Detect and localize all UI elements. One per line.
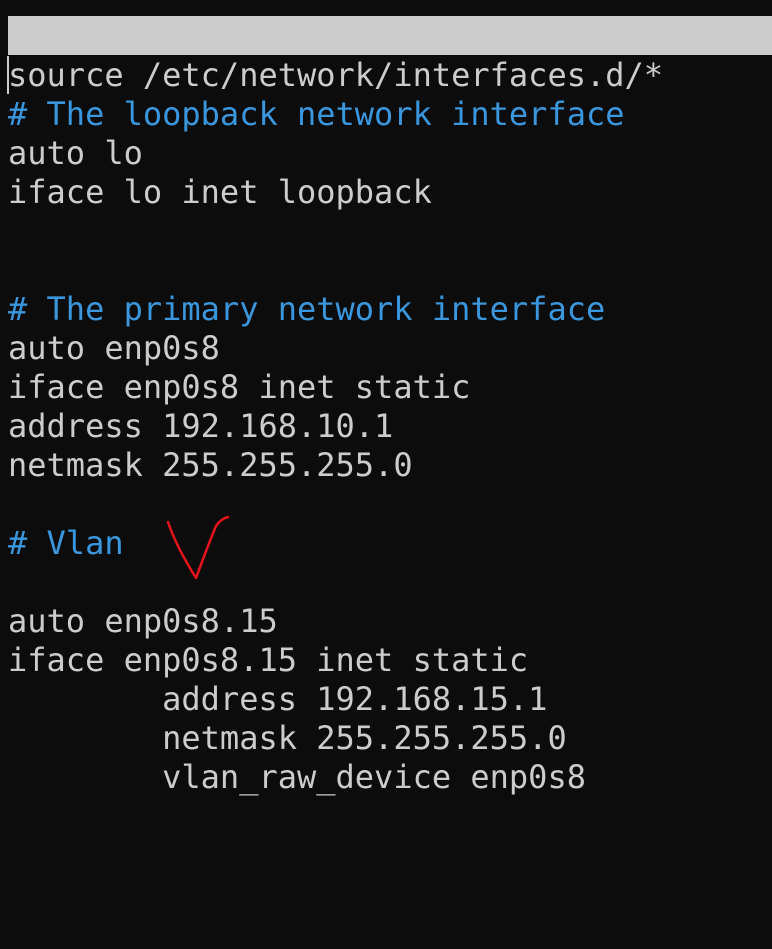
editor-line-vlan-address[interactable]: address 192.168.15.1 <box>8 680 663 719</box>
editor-buffer[interactable]: source /etc/network/interfaces.d/* # The… <box>8 56 663 797</box>
editor-line-primary-comment[interactable]: # The primary network interface <box>8 290 663 329</box>
editor-line-address[interactable]: address 192.168.10.1 <box>8 407 663 446</box>
red-checkmark-icon <box>166 515 230 580</box>
editor-line-vlan-comment[interactable]: # Vlan <box>8 524 663 563</box>
terminal-window: GNU nano 4.8 source /etc/network/interfa… <box>0 0 772 949</box>
editor-line-iface-vlan[interactable]: iface enp0s8.15 inet static <box>8 641 663 680</box>
editor-line-vlan-netmask[interactable]: netmask 255.255.255.0 <box>8 719 663 758</box>
editor-line-vlan-raw-device[interactable]: vlan_raw_device enp0s8 <box>8 758 663 797</box>
editor-line-auto-vlan[interactable]: auto enp0s8.15 <box>8 602 663 641</box>
editor-line-auto-enp0s8[interactable]: auto enp0s8 <box>8 329 663 368</box>
editor-line-blank[interactable] <box>8 251 663 290</box>
editor-line-loopback-comment[interactable]: # The loopback network interface <box>8 95 663 134</box>
editor-line-iface-enp0s8[interactable]: iface enp0s8 inet static <box>8 368 663 407</box>
editor-line-blank[interactable] <box>8 485 663 524</box>
editor-line-source[interactable]: source /etc/network/interfaces.d/* <box>8 56 663 95</box>
editor-line-iface-lo[interactable]: iface lo inet loopback <box>8 173 663 212</box>
editor-line-blank[interactable] <box>8 563 663 602</box>
editor-line-blank[interactable] <box>8 212 663 251</box>
nano-title-bar: GNU nano 4.8 <box>8 16 772 93</box>
editor-line-netmask[interactable]: netmask 255.255.255.0 <box>8 446 663 485</box>
editor-line-auto-lo[interactable]: auto lo <box>8 134 663 173</box>
